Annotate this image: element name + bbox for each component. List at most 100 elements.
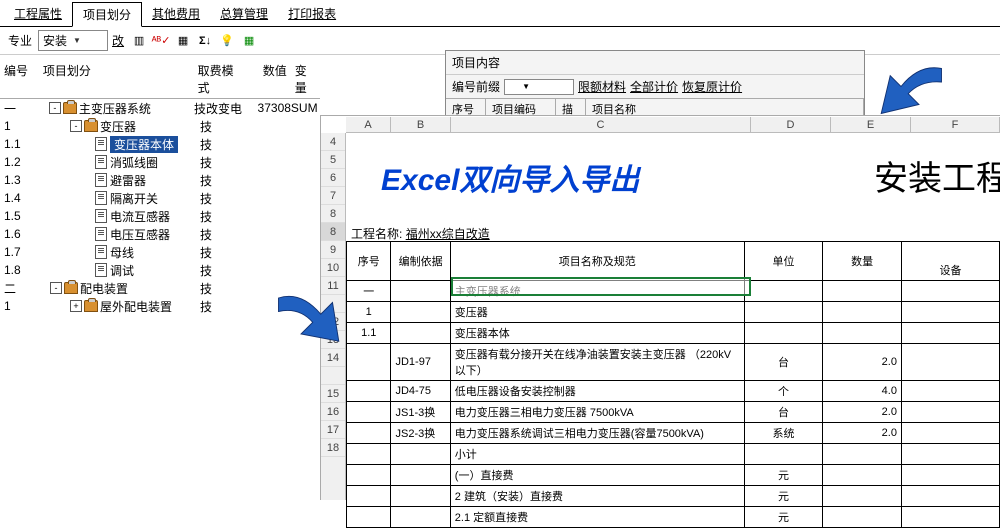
rownum[interactable]: 5 [321, 151, 345, 169]
col-c[interactable]: C [451, 117, 751, 132]
table-row[interactable]: JS2-3换电力变压器系统调试三相电力变压器(容量7500kVA)系统2.0 [347, 422, 1000, 443]
doc-icon [95, 137, 107, 151]
tab-bar: 工程属性 项目划分 其他费用 总算管理 打印报表 [0, 0, 1000, 27]
rownum[interactable]: 16 [321, 403, 345, 421]
th-equip: 设备 [901, 260, 999, 281]
expand-icon[interactable]: + [70, 300, 82, 312]
tab-total[interactable]: 总算管理 [210, 2, 278, 26]
bulb-icon[interactable]: 💡 [218, 32, 236, 50]
sigma-icon[interactable]: Σ↓ [196, 32, 214, 50]
row-label: 配电装置 [80, 280, 128, 297]
rownum-selected[interactable]: 8 [321, 223, 345, 241]
tab-proj-div[interactable]: 项目划分 [72, 2, 142, 27]
tree-row[interactable]: 1 -变压器 技 [0, 117, 320, 135]
price-all-link[interactable]: 全部计价 [630, 78, 678, 95]
content-panel: 项目内容 编号前缀 ▼ 限额材料 全部计价 恢复原计价 序号 项目编码 描 项目… [445, 50, 865, 120]
tree-row[interactable]: 一 -主变压器系统 技改变电 37308 SUM [0, 99, 320, 117]
tree-row[interactable]: 1.6 电压互感器 技 [0, 225, 320, 243]
row-label: 调试 [110, 262, 134, 279]
row-id: 1.1 [0, 137, 40, 151]
row-id: 1.5 [0, 209, 40, 223]
rownum[interactable]: 15 [321, 385, 345, 403]
table-row[interactable]: 一主变压器系统 [347, 280, 1000, 301]
col-a[interactable]: A [346, 117, 391, 132]
table-row[interactable]: (一）直接费元 [347, 464, 1000, 485]
table-row[interactable]: 1.1变压器本体 [347, 322, 1000, 343]
collapse-icon[interactable]: - [50, 282, 62, 294]
tree-row[interactable]: 1.2 消弧线圈 技 [0, 153, 320, 171]
edit-link[interactable]: 改 [112, 32, 124, 49]
grid-icon[interactable]: ▦ [174, 32, 192, 50]
row-label: 变压器 [100, 118, 136, 135]
rownum[interactable]: 17 [321, 421, 345, 439]
table-row[interactable]: 2.1 定额直接费元 [347, 506, 1000, 527]
th-qty: 数量 [823, 242, 902, 281]
spellcheck-icon[interactable]: ᴬᴮ✓ [152, 32, 170, 50]
row-mode: 技 [200, 298, 250, 315]
row-mode: 技 [200, 136, 250, 153]
th-basis: 编制依据 [391, 242, 450, 281]
prefix-combo[interactable]: ▼ [504, 79, 574, 95]
hdr-id: 编号 [0, 60, 39, 98]
row-val: 37308 [242, 101, 290, 115]
rownum[interactable]: 18 [321, 439, 345, 457]
doc-icon [95, 227, 107, 241]
rownum[interactable]: 6 [321, 169, 345, 187]
tree-row[interactable]: 1.7 母线 技 [0, 243, 320, 261]
row-mode: 技 [200, 154, 250, 171]
tree-panel: 编号 项目划分 取费模式 数值 变量 一 -主变压器系统 技改变电 37308 … [0, 60, 320, 315]
tab-proj-prop[interactable]: 工程属性 [4, 2, 72, 26]
rownum[interactable]: 4 [321, 133, 345, 151]
row-id: 一 [0, 100, 39, 117]
row-label: 避雷器 [110, 172, 146, 189]
table-row[interactable]: JD4-75低电压器设备安装控制器个4.0 [347, 380, 1000, 401]
row-id: 1.2 [0, 155, 40, 169]
tab-print[interactable]: 打印报表 [278, 2, 346, 26]
collapse-icon[interactable]: - [49, 102, 61, 114]
clipboard-icon [63, 102, 77, 114]
panel-title: 项目内容 [452, 54, 500, 71]
restore-price-link[interactable]: 恢复原计价 [682, 78, 742, 95]
row-var: SUM [291, 101, 320, 115]
calc-icon[interactable]: ▦ [240, 32, 258, 50]
doc-icon [95, 173, 107, 187]
row-id: 1.7 [0, 245, 40, 259]
tree-row[interactable]: 1.8 调试 技 [0, 261, 320, 279]
chevron-down-icon: ▼ [73, 36, 81, 45]
tab-other-fee[interactable]: 其他费用 [142, 2, 210, 26]
rownum[interactable]: 9 [321, 241, 345, 259]
tree-row[interactable]: 1.5 电流互感器 技 [0, 207, 320, 225]
col-d[interactable]: D [751, 117, 831, 132]
excel-table[interactable]: 序号 编制依据 项目名称及规范 单位 数量 设备 一主变压器系统 1变压器 1.… [346, 241, 1000, 528]
major-value: 安装 [43, 32, 67, 49]
arrow-export-icon [265, 280, 355, 370]
rownum[interactable]: 7 [321, 187, 345, 205]
tree-row-selected[interactable]: 1.1 变压器本体 技 [0, 135, 320, 153]
limit-material-link[interactable]: 限额材料 [578, 78, 626, 95]
prefix-label: 编号前缀 [452, 78, 500, 95]
th-spare [901, 242, 999, 260]
table-row[interactable]: 1变压器 [347, 301, 1000, 322]
tree-row[interactable]: 1.3 避雷器 技 [0, 171, 320, 189]
col-b[interactable]: B [391, 117, 451, 132]
row-id: 1 [0, 119, 40, 133]
hdr-mode: 取费模式 [194, 60, 243, 98]
rownum[interactable]: 10 [321, 259, 345, 277]
table-row[interactable]: 小计 [347, 443, 1000, 464]
excel-overlay: A B C D E F 4 5 6 7 8 8 9 10 11 12 13 14… [320, 115, 1000, 500]
layout-icon[interactable]: ▥ [130, 32, 148, 50]
row-label: 消弧线圈 [110, 154, 158, 171]
proj-label: 工程名称: [351, 227, 402, 241]
table-row[interactable]: JD1-97变压器有载分接开关在线净油装置安装主变压器 （220kV以下）台2.… [347, 343, 1000, 380]
row-label: 屋外配电装置 [100, 298, 172, 315]
row-mode: 技改变电 [194, 100, 242, 117]
collapse-icon[interactable]: - [70, 120, 82, 132]
th-unit: 单位 [744, 242, 823, 281]
table-row[interactable]: JS1-3换电力变压器三相电力变压器 7500kVA台2.0 [347, 401, 1000, 422]
rownum[interactable]: 8 [321, 205, 345, 223]
table-row[interactable]: 2 建筑（安装）直接费元 [347, 485, 1000, 506]
tree-row[interactable]: 1.4 隔离开关 技 [0, 189, 320, 207]
major-combo[interactable]: 安装 ▼ [38, 30, 108, 51]
hdr-val: 数值 [242, 60, 291, 98]
doc-icon [95, 155, 107, 169]
